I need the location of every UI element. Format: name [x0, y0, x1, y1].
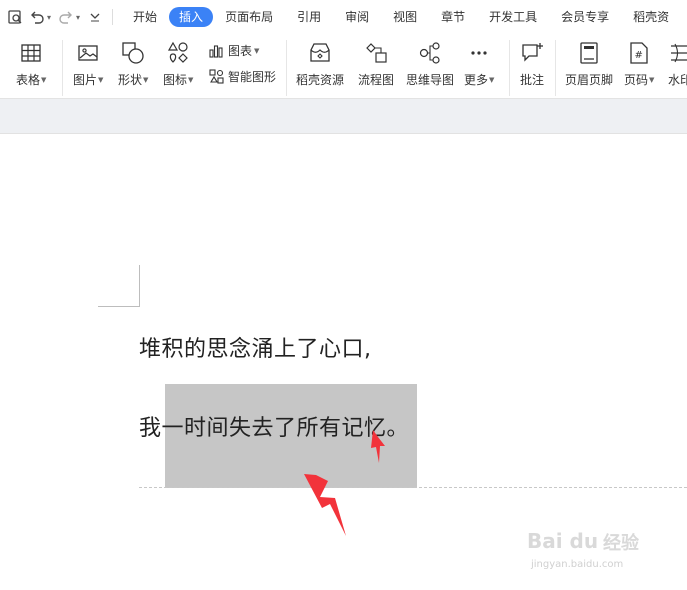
toolbar-separator [112, 9, 114, 25]
header-footer-button[interactable]: 页眉页脚 [565, 40, 613, 88]
chevron-down-icon: ▼ [41, 76, 47, 84]
svg-text:#: # [635, 50, 643, 61]
shape-label: 形状 [118, 73, 143, 87]
ribbon-separator [509, 40, 510, 96]
watermark-url: jingyan.baidu.com [531, 559, 624, 570]
table-button[interactable]: 表格▼ [16, 40, 46, 88]
table-label: 表格 [16, 73, 41, 87]
chevron-down-icon: ▼ [143, 76, 149, 84]
page-margin-marker [139, 265, 140, 307]
docer-resources-icon [307, 40, 333, 66]
tab-list: 开始 插入 页面布局 引用 审阅 视图 章节 开发工具 会员专享 稻壳资 [121, 0, 681, 34]
toolbar-status-strip [0, 99, 687, 134]
tab-references[interactable]: 引用 [285, 7, 333, 27]
docer-resources-button[interactable]: 稻壳资源 [296, 40, 344, 88]
more-button[interactable]: 更多▼ [464, 40, 494, 88]
smart-graphic-icon [208, 69, 224, 85]
undo-icon[interactable] [28, 8, 46, 26]
page-boundary-line [139, 487, 687, 488]
page-margin-marker [98, 306, 140, 307]
tab-docer[interactable]: 稻壳资 [621, 7, 681, 27]
picture-label: 图片 [73, 73, 98, 87]
insert-ribbon: 表格▼ 图片▼ 形状▼ 图标▼ 图表 ▼ 智能图形 稻壳资源 流程图 思维导图 … [0, 34, 687, 99]
more-icon [466, 40, 492, 66]
table-icon [18, 40, 44, 66]
page-number-label: 页码 [624, 73, 649, 87]
comment-icon [519, 40, 545, 66]
paragraph-line-1[interactable]: 堆积的思念涌上了心口, [139, 331, 372, 363]
chevron-down-icon: ▼ [489, 76, 495, 84]
icon-library-label: 图标 [163, 73, 188, 87]
smart-graphic-button[interactable]: 智能图形 [208, 68, 276, 85]
chevron-down-icon: ▼ [98, 76, 104, 84]
chevron-down-icon: ▼ [649, 76, 655, 84]
picture-button[interactable]: 图片▼ [73, 40, 103, 88]
watermark-button[interactable]: 水印 [667, 40, 687, 88]
comment-button[interactable]: 批注 [519, 40, 545, 88]
chart-icon [208, 43, 224, 59]
watermark-label: 水印 [667, 73, 687, 87]
watermark-brand: Bai du [527, 529, 599, 553]
flowchart-label: 流程图 [358, 73, 395, 87]
undo-dropdown-icon[interactable]: ▾ [47, 13, 51, 22]
mindmap-label: 思维导图 [406, 73, 455, 87]
flowchart-icon [363, 40, 389, 66]
tab-developer[interactable]: 开发工具 [477, 7, 549, 27]
ribbon-separator [286, 40, 287, 96]
icon-library-icon [165, 40, 191, 66]
shape-button[interactable]: 形状▼ [118, 40, 148, 88]
mindmap-icon [417, 40, 443, 66]
chart-button[interactable]: 图表 ▼ [208, 42, 259, 59]
watermark-icon [667, 40, 687, 66]
ribbon-separator [555, 40, 556, 96]
redo-icon[interactable] [57, 8, 75, 26]
redo-dropdown-icon[interactable]: ▾ [76, 13, 80, 22]
tab-review[interactable]: 审阅 [333, 7, 381, 27]
baidu-jingyan-watermark: Bai du 经验 jingyan.baidu.com [525, 527, 655, 577]
chevron-down-icon: ▼ [188, 76, 194, 84]
tab-view[interactable]: 视图 [381, 7, 429, 27]
picture-icon [75, 40, 101, 66]
watermark-brand-cn: 经验 [603, 533, 639, 554]
tab-insert[interactable]: 插入 [169, 7, 214, 27]
header-footer-icon [576, 40, 602, 66]
tab-sections[interactable]: 章节 [429, 7, 477, 27]
chevron-down-icon: ▼ [254, 46, 260, 55]
header-footer-label: 页眉页脚 [565, 73, 614, 87]
page-number-icon: # [626, 40, 652, 66]
page-number-button[interactable]: # 页码▼ [624, 40, 654, 88]
mindmap-button[interactable]: 思维导图 [406, 40, 454, 88]
flowchart-button[interactable]: 流程图 [358, 40, 394, 88]
comment-label: 批注 [519, 73, 544, 87]
tab-member[interactable]: 会员专享 [549, 7, 621, 27]
smart-graphic-label: 智能图形 [228, 70, 277, 84]
tab-home[interactable]: 开始 [121, 7, 169, 27]
ribbon-tab-bar: ▾ ▾ 开始 插入 页面布局 引用 审阅 视图 章节 开发工具 会员专享 稻壳资 [0, 0, 687, 34]
more-label: 更多 [464, 73, 489, 87]
paragraph-line-2[interactable]: 我一时间失去了所有记忆。 [139, 410, 409, 442]
quick-access-toolbar: ▾ ▾ [0, 0, 121, 34]
docer-resources-label: 稻壳资源 [296, 73, 345, 87]
ribbon-separator [62, 40, 63, 96]
chart-label: 图表 [228, 44, 253, 58]
customize-toolbar-icon[interactable] [86, 8, 104, 26]
shape-icon [120, 40, 146, 66]
print-preview-icon[interactable] [6, 8, 24, 26]
tab-page-layout[interactable]: 页面布局 [213, 7, 285, 27]
icon-library-button[interactable]: 图标▼ [163, 40, 193, 88]
